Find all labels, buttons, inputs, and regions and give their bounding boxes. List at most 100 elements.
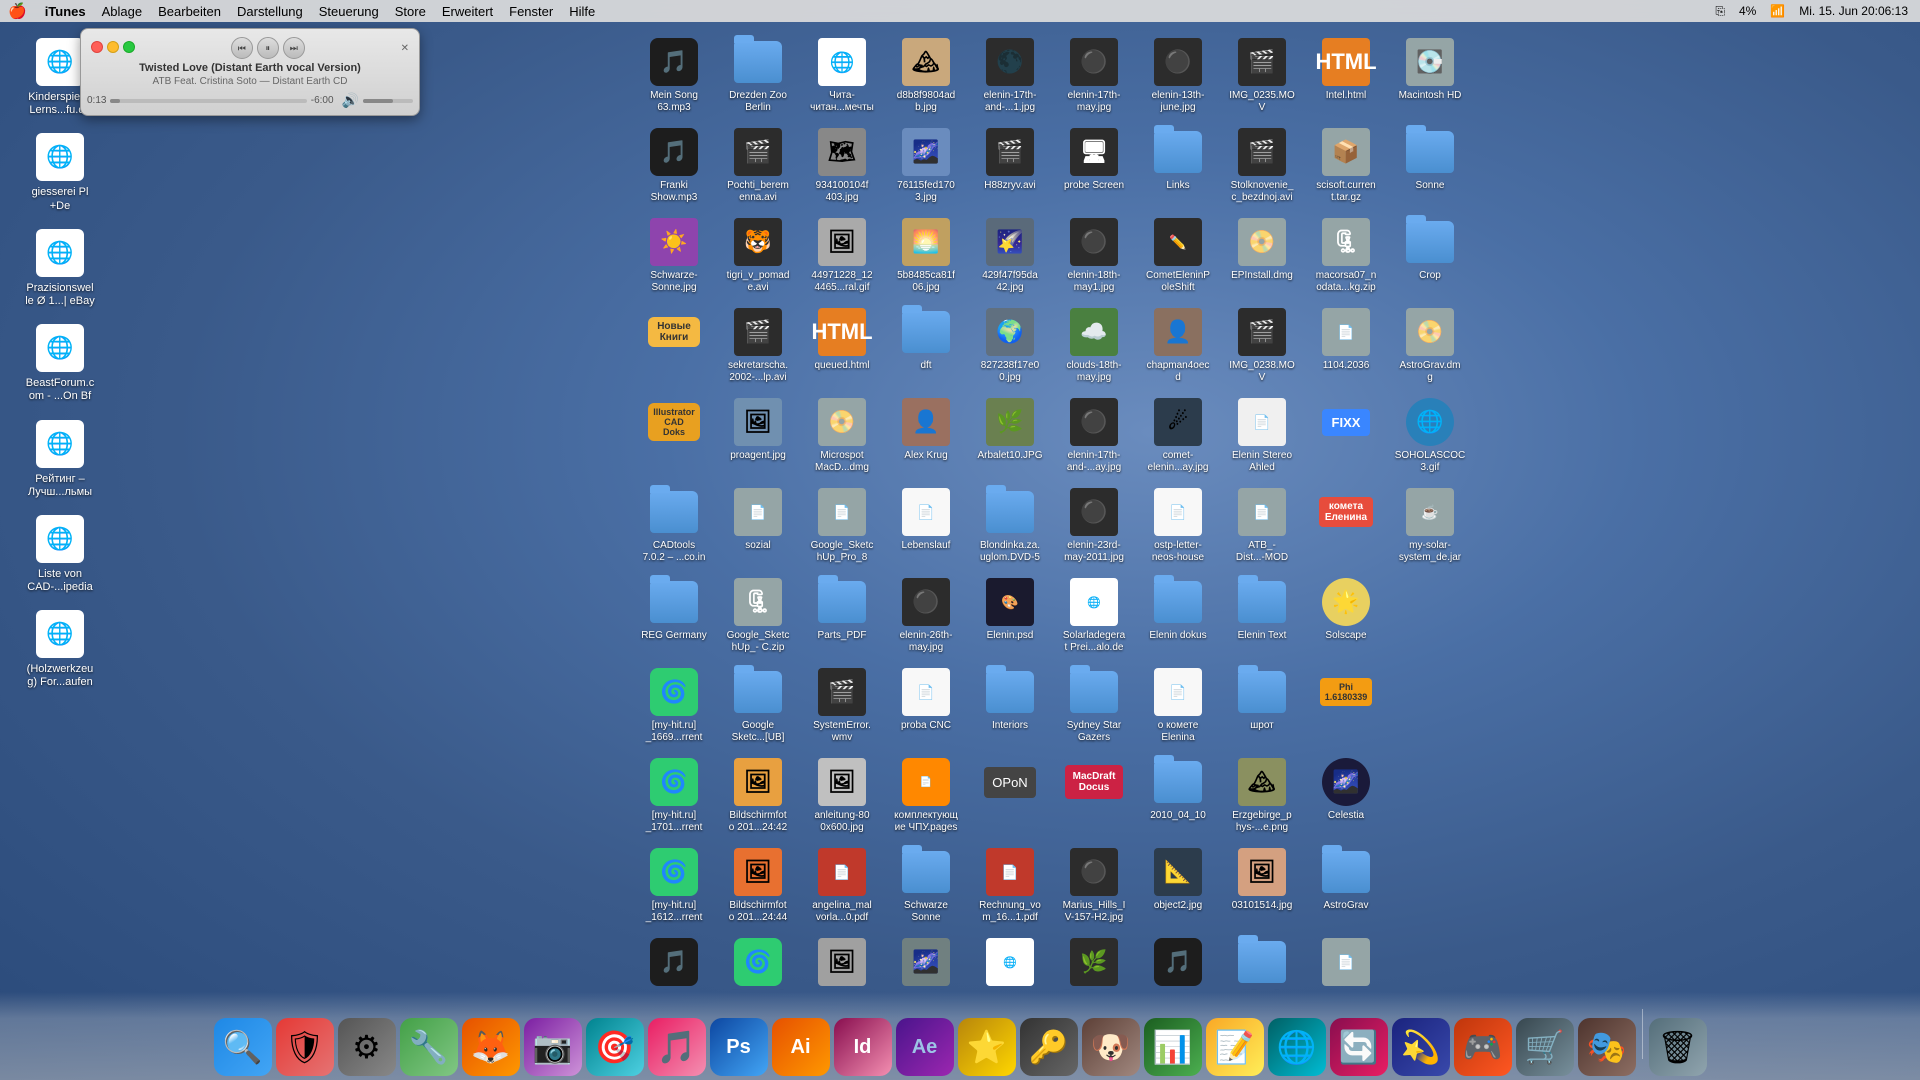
- dock-indesign[interactable]: Id: [834, 1018, 892, 1076]
- dock-illustrator[interactable]: Ai: [772, 1018, 830, 1076]
- file-object2[interactable]: 📐 object2.jpg: [1138, 842, 1218, 930]
- screen-share-icon[interactable]: ⎘: [1711, 3, 1729, 20]
- file-elenin-17-may[interactable]: ⚫ elenin-17th-may.jpg: [1054, 32, 1134, 120]
- file-429f47[interactable]: 🌠 429f47f95da42.jpg: [970, 212, 1050, 300]
- file-sonne-folder[interactable]: Sonne: [1390, 122, 1470, 210]
- file-elenin-23[interactable]: ⚫ elenin-23rd-may-2011.jpg: [1054, 482, 1134, 570]
- dock-itunes[interactable]: 🎵: [648, 1018, 706, 1076]
- file-rutor[interactable]: 🌀 [RuTor.Org]Porok...rrent: [718, 932, 798, 990]
- dock-aftereffects[interactable]: Ae: [896, 1018, 954, 1076]
- file-erzgebirge[interactable]: 🏔 Erzgebirge_phys-...e.png: [1222, 752, 1302, 840]
- dock-app11[interactable]: 🎮: [1454, 1018, 1512, 1076]
- desktop-icon-rejting[interactable]: 🌐 Рейтинг –Лучш...льмы: [10, 412, 110, 505]
- wifi-indicator[interactable]: 📶: [1766, 3, 1789, 19]
- file-solarladegerat[interactable]: 🌐 Solarladegerat Prei...alo.de: [1054, 572, 1134, 660]
- file-934100[interactable]: 🗺 934100104f403.jpg: [802, 122, 882, 210]
- file-elenin-text[interactable]: Elenin Text: [1222, 572, 1302, 660]
- file-phi[interactable]: Phi 1.6180339: [1306, 662, 1386, 750]
- file-illustrator-cad[interactable]: Illustrator CADDoks: [634, 392, 714, 480]
- menu-fenster[interactable]: Fenster: [501, 3, 561, 20]
- apple-menu[interactable]: 🍎: [8, 2, 27, 20]
- file-sozial[interactable]: 📄 sozial: [718, 482, 798, 570]
- dock-firefox[interactable]: 🦊: [462, 1018, 520, 1076]
- file-soholascoc[interactable]: 🌐 SOHOLASCOC3.gif: [1390, 392, 1470, 480]
- file-fixx[interactable]: FIXX: [1306, 392, 1386, 480]
- menu-store[interactable]: Store: [387, 3, 434, 20]
- dock-app1[interactable]: 🛡: [276, 1018, 334, 1076]
- file-proagent[interactable]: 🖼 proagent.jpg: [718, 392, 798, 480]
- file-chita[interactable]: 🌐 Чита-читан...мечты: [802, 32, 882, 120]
- file-5b8485[interactable]: 🌅 5b8485ca81f06.jpg: [886, 212, 966, 300]
- dock-app6[interactable]: ⭐: [958, 1018, 1016, 1076]
- file-elenin-26[interactable]: ⚫ elenin-26th-may.jpg: [886, 572, 966, 660]
- dock-notes[interactable]: 📝: [1206, 1018, 1264, 1076]
- file-ostp-letter[interactable]: 📄 ostp-letter-neos-house: [1138, 482, 1218, 570]
- file-bildschirm-24-42[interactable]: 🖼 Bildschirmfoto 201...24:42: [718, 752, 798, 840]
- file-macorsa07[interactable]: 🗜 macorsa07_nodata...kg.zip: [1306, 212, 1386, 300]
- file-links[interactable]: Links: [1138, 122, 1218, 210]
- file-kak-sdelat[interactable]: 🌐 Как сделатьлук »...ками: [970, 932, 1050, 990]
- file-images-jpg[interactable]: 🖼 images.jpg: [802, 932, 882, 990]
- file-astrograv-dmg[interactable]: 📀 AstroGrav.dmg: [1390, 302, 1470, 390]
- file-interiors[interactable]: Interiors: [970, 662, 1050, 750]
- file-h88zryv[interactable]: 🎬 H88zryv.avi: [970, 122, 1050, 210]
- file-03101514[interactable]: 🖼 03101514.jpg: [1222, 842, 1302, 930]
- file-sydney-star[interactable]: Sydney StarGazers: [1054, 662, 1134, 750]
- file-elenin-13[interactable]: ⚫ elenin-13th-june.jpg: [1138, 32, 1218, 120]
- file-crop-folder[interactable]: Crop: [1390, 212, 1470, 300]
- dock-charts[interactable]: 📊: [1144, 1018, 1202, 1076]
- file-mein-song-101[interactable]: 🎵 Mein Song101.mp3: [634, 932, 714, 990]
- dock-app13[interactable]: 🎭: [1578, 1018, 1636, 1076]
- file-img-0238[interactable]: 🎬 IMG_0238.MOV: [1222, 302, 1302, 390]
- dock-app5[interactable]: 🎯: [586, 1018, 644, 1076]
- progress-area[interactable]: 0:13 -6:00 🔊: [87, 92, 413, 109]
- file-celestia[interactable]: 🌌 Celestia: [1306, 752, 1386, 840]
- desktop-icon-liste[interactable]: 🌐 Liste vonCAD-...ipedia: [10, 507, 110, 600]
- file-myhit-1612[interactable]: 🌀 [my-hit.ru]_1612...rrent: [634, 842, 714, 930]
- file-travnik[interactable]: 🌿 Travnik_Timoreva.pdf: [1054, 932, 1134, 990]
- file-komplektuyushie[interactable]: 📄 комплектующие ЧПУ.pages: [886, 752, 966, 840]
- close-button[interactable]: [91, 41, 103, 53]
- dock-app8[interactable]: 🐶: [1082, 1018, 1140, 1076]
- file-cadtools[interactable]: CADtools7.0.2 – ...co.in: [634, 482, 714, 570]
- file-myhit-1701[interactable]: 🌀 [my-hit.ru]_1701...rrent: [634, 752, 714, 840]
- file-drezden-zoo[interactable]: Drezden ZooBerlin: [718, 32, 798, 120]
- desktop-icon-holzwerkzeug[interactable]: 🌐 (Holzwerkzeug) For...aufen: [10, 602, 110, 695]
- menu-bearbeiten[interactable]: Bearbeiten: [150, 3, 229, 20]
- file-mein-song-63[interactable]: 🎵 Mein Song63.mp3: [634, 32, 714, 120]
- file-alex-krug[interactable]: 👤 Alex Krug: [886, 392, 966, 480]
- file-elenin-17-and[interactable]: ⚫ elenin-17th-and-...ay.jpg: [1054, 392, 1134, 480]
- file-macdraft[interactable]: MacDraftDocus: [1054, 752, 1134, 840]
- file-astrograv[interactable]: AstroGrav: [1306, 842, 1386, 930]
- file-dft[interactable]: dft: [886, 302, 966, 390]
- file-blondinka[interactable]: Blondinka.za.uglom.DVD-5: [970, 482, 1050, 570]
- file-probe-screen[interactable]: 🖥 probe Screen: [1054, 122, 1134, 210]
- file-google-sketch-ub[interactable]: GoogleSketc...[UB]: [718, 662, 798, 750]
- file-may2011[interactable]: 🌌 May2011.jpg: [886, 932, 966, 990]
- file-neue-buecher[interactable]: Новые Книги: [634, 302, 714, 390]
- dock-app3[interactable]: 🔧: [400, 1018, 458, 1076]
- dock-camera[interactable]: 📷: [524, 1018, 582, 1076]
- file-clouds-18[interactable]: ☁️ clouds-18th-may.jpg: [1054, 302, 1134, 390]
- file-marius-hills[interactable]: ⚫ Marius_Hills_IV-157-H2.jpg: [1054, 842, 1134, 930]
- file-system-error[interactable]: 🎬 SystemError.wmv: [802, 662, 882, 750]
- file-bildschirm-24-44[interactable]: 🖼 Bildschirmfoto 201...24:44: [718, 842, 798, 930]
- file-elenin-18[interactable]: ⚫ elenin-18th-may1.jpg: [1054, 212, 1134, 300]
- file-arbalet10[interactable]: 🌿 Arbalet10.JPG: [970, 392, 1050, 480]
- file-epinstall-dmg[interactable]: 📀 EPInstall.dmg: [1222, 212, 1302, 300]
- dock-photoshop[interactable]: Ps: [710, 1018, 768, 1076]
- file-proba-cnc[interactable]: 📄 proba CNC: [886, 662, 966, 750]
- file-sekretarscha[interactable]: 🎬 sekretarscha.2002-...lp.avi: [718, 302, 798, 390]
- dock-finder[interactable]: 🔍: [214, 1018, 272, 1076]
- file-elenin-dokus[interactable]: Elenin dokus: [1138, 572, 1218, 660]
- file-parts-pdf[interactable]: Parts_PDF: [802, 572, 882, 660]
- file-o-komete[interactable]: 📄 о кометеElenina: [1138, 662, 1218, 750]
- file-elenin-psd[interactable]: 🎨 Elenin.psd: [970, 572, 1050, 660]
- progress-bar[interactable]: [110, 99, 306, 103]
- desktop-icon-giesserei[interactable]: 🌐 giesserei Pl+De: [10, 125, 110, 218]
- file-anleitung[interactable]: 🖼 anleitung-800x600.jpg: [802, 752, 882, 840]
- dock-app7[interactable]: 🔑: [1020, 1018, 1078, 1076]
- file-elenin-stereo[interactable]: 📄 Elenin StereoAhled: [1222, 392, 1302, 480]
- file-intel-html[interactable]: HTML Intel.html: [1306, 32, 1386, 120]
- file-schwarze-sonne-folder[interactable]: SchwarzeSonne: [886, 842, 966, 930]
